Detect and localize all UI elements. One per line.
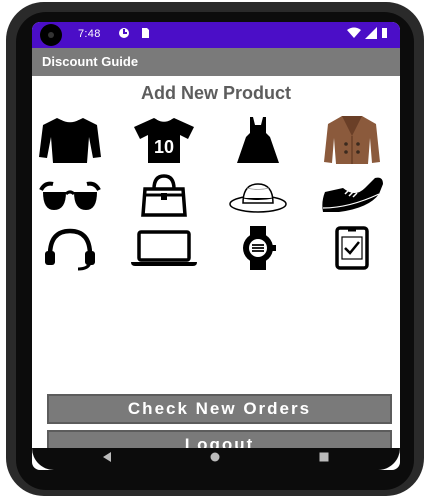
laptop-icon[interactable] xyxy=(129,222,199,274)
navigation-bar xyxy=(0,448,428,497)
hat-icon[interactable] xyxy=(223,170,293,222)
sim-icon xyxy=(142,28,149,38)
headphones-icon[interactable] xyxy=(35,222,105,274)
coat-icon[interactable] xyxy=(317,114,387,166)
app-title: Discount Guide xyxy=(42,54,139,69)
long-sleeve-shirt-icon[interactable] xyxy=(35,114,105,166)
phone-screen: 7:48 Discount Guide Add New Product 10 C… xyxy=(32,22,400,470)
back-icon[interactable] xyxy=(101,451,113,463)
jersey-10-icon[interactable]: 10 xyxy=(129,114,199,166)
sunglasses-icon[interactable] xyxy=(35,170,105,222)
app-bar: Discount Guide xyxy=(32,48,400,76)
signal-icon xyxy=(365,27,377,39)
page-title: Add New Product xyxy=(140,83,291,103)
wifi-icon xyxy=(347,27,361,38)
status-bar: 7:48 xyxy=(32,22,400,48)
recents-icon[interactable] xyxy=(319,452,329,462)
check-new-orders-button[interactable]: Check New Orders xyxy=(47,394,392,424)
smartwatch-icon[interactable] xyxy=(223,222,293,274)
dress-icon[interactable] xyxy=(223,114,293,166)
camera-icon xyxy=(40,24,62,46)
phone-check-icon[interactable] xyxy=(317,222,387,274)
status-time: 7:48 xyxy=(78,28,101,40)
home-icon[interactable] xyxy=(210,452,220,462)
handbag-icon[interactable] xyxy=(129,170,199,222)
notification-icon xyxy=(119,28,129,38)
jersey-number: 10 xyxy=(154,137,174,157)
battery-icon xyxy=(382,28,387,38)
sneaker-icon[interactable] xyxy=(317,170,387,222)
